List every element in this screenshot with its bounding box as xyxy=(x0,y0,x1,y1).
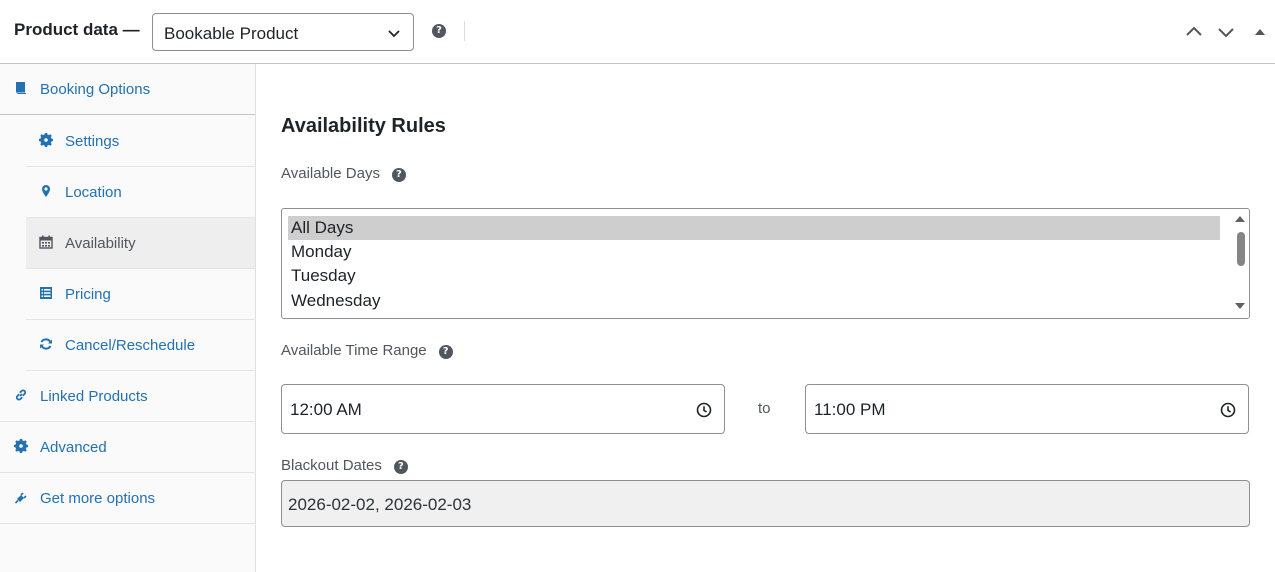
help-icon[interactable]: ? xyxy=(391,168,406,182)
product-data-tabs: Booking Options Settings Location Availa… xyxy=(0,64,256,572)
day-option-tuesday[interactable]: Tuesday xyxy=(288,264,1220,288)
day-option-wednesday[interactable]: Wednesday xyxy=(288,289,1220,313)
scrollbar-thumb[interactable] xyxy=(1237,232,1245,266)
product-data-header: Product data — Bookable Product ? xyxy=(0,0,1275,64)
sidebar-item-booking-options[interactable]: Booking Options xyxy=(0,64,255,115)
available-days-listbox[interactable]: All Days Monday Tuesday Wednesday xyxy=(281,208,1250,319)
time-range-separator: to xyxy=(758,400,771,417)
help-icon[interactable]: ? xyxy=(432,24,446,38)
book-icon xyxy=(16,82,26,94)
sidebar-item-location[interactable]: Location xyxy=(26,167,255,218)
start-time-value: 12:00 AM xyxy=(290,400,362,419)
sidebar-item-advanced[interactable]: Advanced xyxy=(0,422,255,473)
scroll-up-arrow-icon[interactable] xyxy=(1235,215,1245,223)
end-time-input[interactable]: 11:00 PM xyxy=(805,384,1249,434)
sidebar-item-label: Advanced xyxy=(40,439,107,456)
panel-title: Product data — xyxy=(14,20,140,39)
clock-icon[interactable] xyxy=(696,402,712,418)
link-icon xyxy=(15,389,27,401)
sidebar-item-pricing[interactable]: Pricing xyxy=(26,269,255,320)
day-option-monday[interactable]: Monday xyxy=(288,240,1220,264)
section-title: Availability Rules xyxy=(281,115,446,137)
sidebar-item-availability[interactable]: Availability xyxy=(26,218,255,269)
product-type-value: Bookable Product xyxy=(164,24,299,43)
help-icon[interactable]: ? xyxy=(438,345,453,359)
sidebar-item-label: Booking Options xyxy=(40,81,151,98)
availability-panel: Availability Rules Available Days? All D… xyxy=(256,64,1275,572)
list-table-icon xyxy=(40,287,52,299)
sidebar-item-label: Get more options xyxy=(40,490,156,507)
blackout-dates-label-text: Blackout Dates xyxy=(281,457,382,474)
blackout-dates-label: Blackout Dates? xyxy=(281,457,408,474)
blackout-dates-field[interactable]: 2026-02-02, 2026-02-03 xyxy=(281,480,1250,527)
listbox-scrollbar[interactable] xyxy=(1231,209,1249,318)
sidebar-item-label: Linked Products xyxy=(40,388,148,405)
sidebar-item-settings[interactable]: Settings xyxy=(26,116,255,167)
move-up-icon[interactable] xyxy=(1184,22,1204,42)
sidebar-item-cancel-reschedule[interactable]: Cancel/Reschedule xyxy=(26,320,255,371)
end-time-value: 11:00 PM xyxy=(814,400,886,419)
product-type-select[interactable]: Bookable Product xyxy=(152,13,414,51)
location-pin-icon xyxy=(42,185,50,197)
help-icon[interactable]: ? xyxy=(393,460,408,474)
day-option-all-days[interactable]: All Days xyxy=(288,216,1220,240)
scroll-down-arrow-icon[interactable] xyxy=(1235,302,1245,310)
available-days-label-text: Available Days xyxy=(281,165,380,182)
calendar-icon xyxy=(39,235,53,249)
sidebar-item-label: Cancel/Reschedule xyxy=(65,337,196,354)
move-down-icon[interactable] xyxy=(1216,22,1236,42)
plugin-icon xyxy=(14,492,27,504)
refresh-icon xyxy=(40,338,52,350)
start-time-input[interactable]: 12:00 AM xyxy=(281,384,725,434)
time-range-label-text: Available Time Range xyxy=(281,342,427,359)
sidebar-item-label: Availability xyxy=(65,235,136,252)
sidebar-item-label: Pricing xyxy=(65,286,111,303)
sidebar-item-linked-products[interactable]: Linked Products xyxy=(0,371,255,422)
sidebar-item-label: Location xyxy=(65,184,122,201)
blackout-dates-value: 2026-02-02, 2026-02-03 xyxy=(288,495,472,514)
time-range-label: Available Time Range? xyxy=(281,342,453,359)
chevron-down-icon xyxy=(388,30,400,38)
gear-icon xyxy=(39,133,53,147)
header-divider xyxy=(464,21,465,41)
available-days-label: Available Days? xyxy=(281,165,406,182)
sidebar-item-label: Settings xyxy=(65,133,120,150)
clock-icon[interactable] xyxy=(1220,402,1236,418)
gear-icon xyxy=(14,439,28,453)
sidebar-item-get-more-options[interactable]: Get more options xyxy=(0,473,255,524)
collapse-toggle-icon[interactable] xyxy=(1250,22,1270,42)
